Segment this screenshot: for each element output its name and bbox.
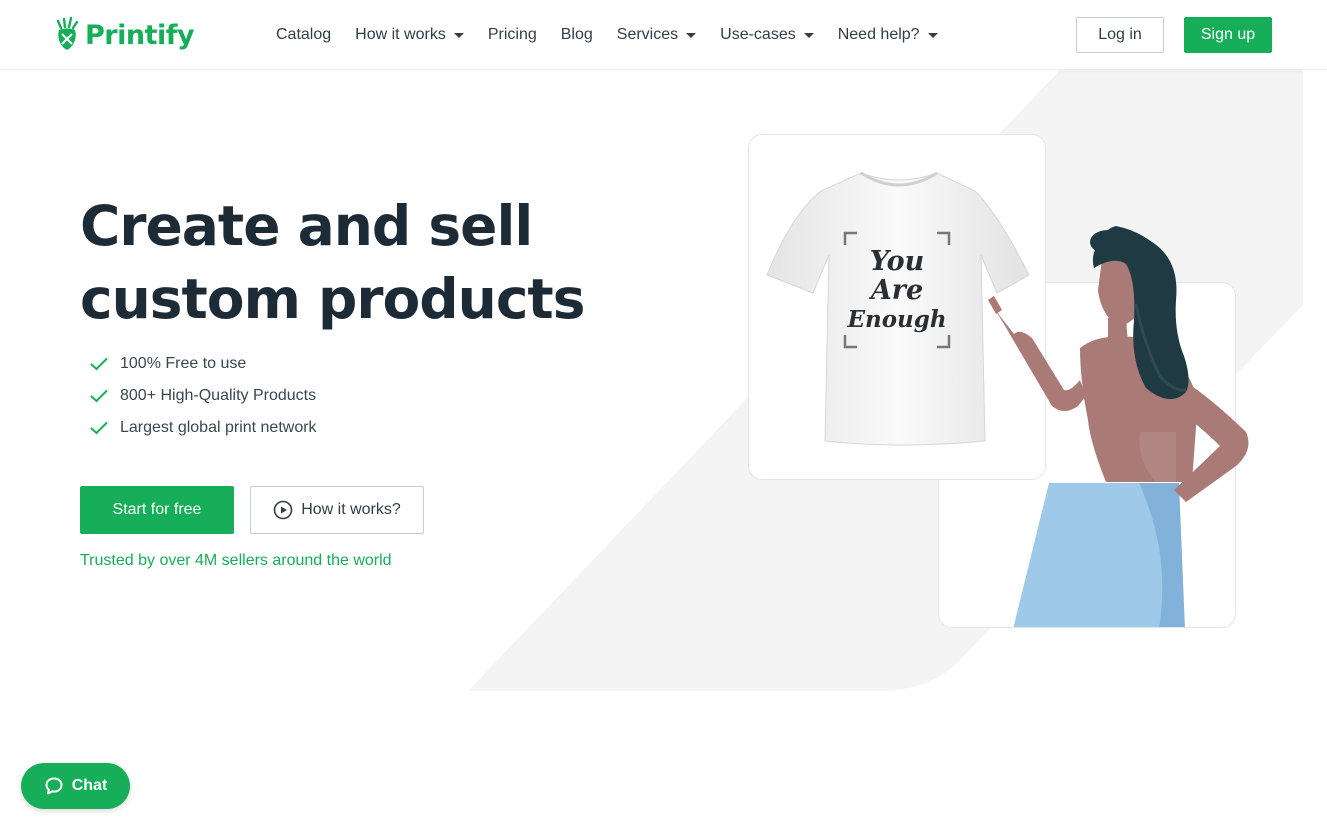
check-icon — [90, 357, 108, 371]
print-word-1: You — [869, 245, 925, 277]
hero-title: Create and sell custom products — [80, 190, 600, 336]
login-button[interactable]: Log in — [1076, 17, 1164, 53]
nav-item-pricing[interactable]: Pricing — [488, 26, 537, 44]
nav-item-use-cases[interactable]: Use-cases — [720, 26, 814, 44]
feature-text: 800+ High-Quality Products — [120, 387, 317, 404]
nav-item-need-help[interactable]: Need help? — [838, 26, 938, 44]
caret-down-icon — [686, 32, 697, 38]
caret-down-icon — [803, 32, 814, 38]
check-icon — [90, 421, 108, 435]
caret-down-icon — [453, 32, 464, 38]
start-for-free-button[interactable]: Start for free — [80, 486, 234, 534]
feature-item: 100% Free to use — [90, 348, 317, 380]
chat-bubble-icon — [45, 777, 63, 795]
signup-button[interactable]: Sign up — [1184, 17, 1272, 53]
logo-wordmark: Printify — [85, 19, 195, 51]
printify-logo[interactable]: Printify — [55, 16, 195, 54]
main-nav: Catalog How it works Pricing Blog Servic… — [276, 0, 962, 70]
feature-text: Largest global print network — [120, 419, 317, 436]
feature-item: Largest global print network — [90, 412, 317, 444]
nav-item-label: Use-cases — [720, 26, 796, 43]
how-it-works-label: How it works? — [301, 501, 401, 518]
check-icon — [90, 389, 108, 403]
play-circle-icon — [273, 500, 293, 520]
site-header: Printify Catalog How it works Pricing Bl… — [0, 0, 1327, 70]
nav-item-blog[interactable]: Blog — [561, 26, 593, 44]
feature-text: 100% Free to use — [120, 355, 247, 372]
printify-logo-icon — [56, 16, 79, 50]
caret-down-icon — [927, 32, 938, 38]
nav-item-label: Catalog — [276, 26, 332, 43]
woman-illustration — [988, 226, 1249, 502]
trusted-by-text: Trusted by over 4M sellers around the wo… — [80, 552, 392, 569]
nav-item-label: Blog — [560, 26, 593, 43]
chat-label: Chat — [71, 777, 108, 794]
nav-item-label: Services — [616, 26, 679, 43]
chat-button[interactable]: Chat — [21, 763, 130, 809]
hero-title-line-1: Create and sell — [80, 194, 533, 258]
nav-item-how-it-works[interactable]: How it works — [355, 26, 464, 44]
nav-item-catalog[interactable]: Catalog — [276, 26, 331, 44]
nav-item-services[interactable]: Services — [616, 26, 697, 44]
how-it-works-button[interactable]: How it works? — [250, 486, 424, 534]
hero-title-line-2: custom products — [80, 267, 585, 331]
nav-item-label: How it works — [355, 26, 446, 43]
feature-list: 100% Free to use 800+ High-Quality Produ… — [90, 348, 317, 444]
print-word-2: Are — [870, 274, 924, 306]
feature-item: 800+ High-Quality Products — [90, 380, 317, 412]
nav-item-label: Need help? — [837, 26, 920, 43]
nav-item-label: Pricing — [487, 26, 537, 43]
